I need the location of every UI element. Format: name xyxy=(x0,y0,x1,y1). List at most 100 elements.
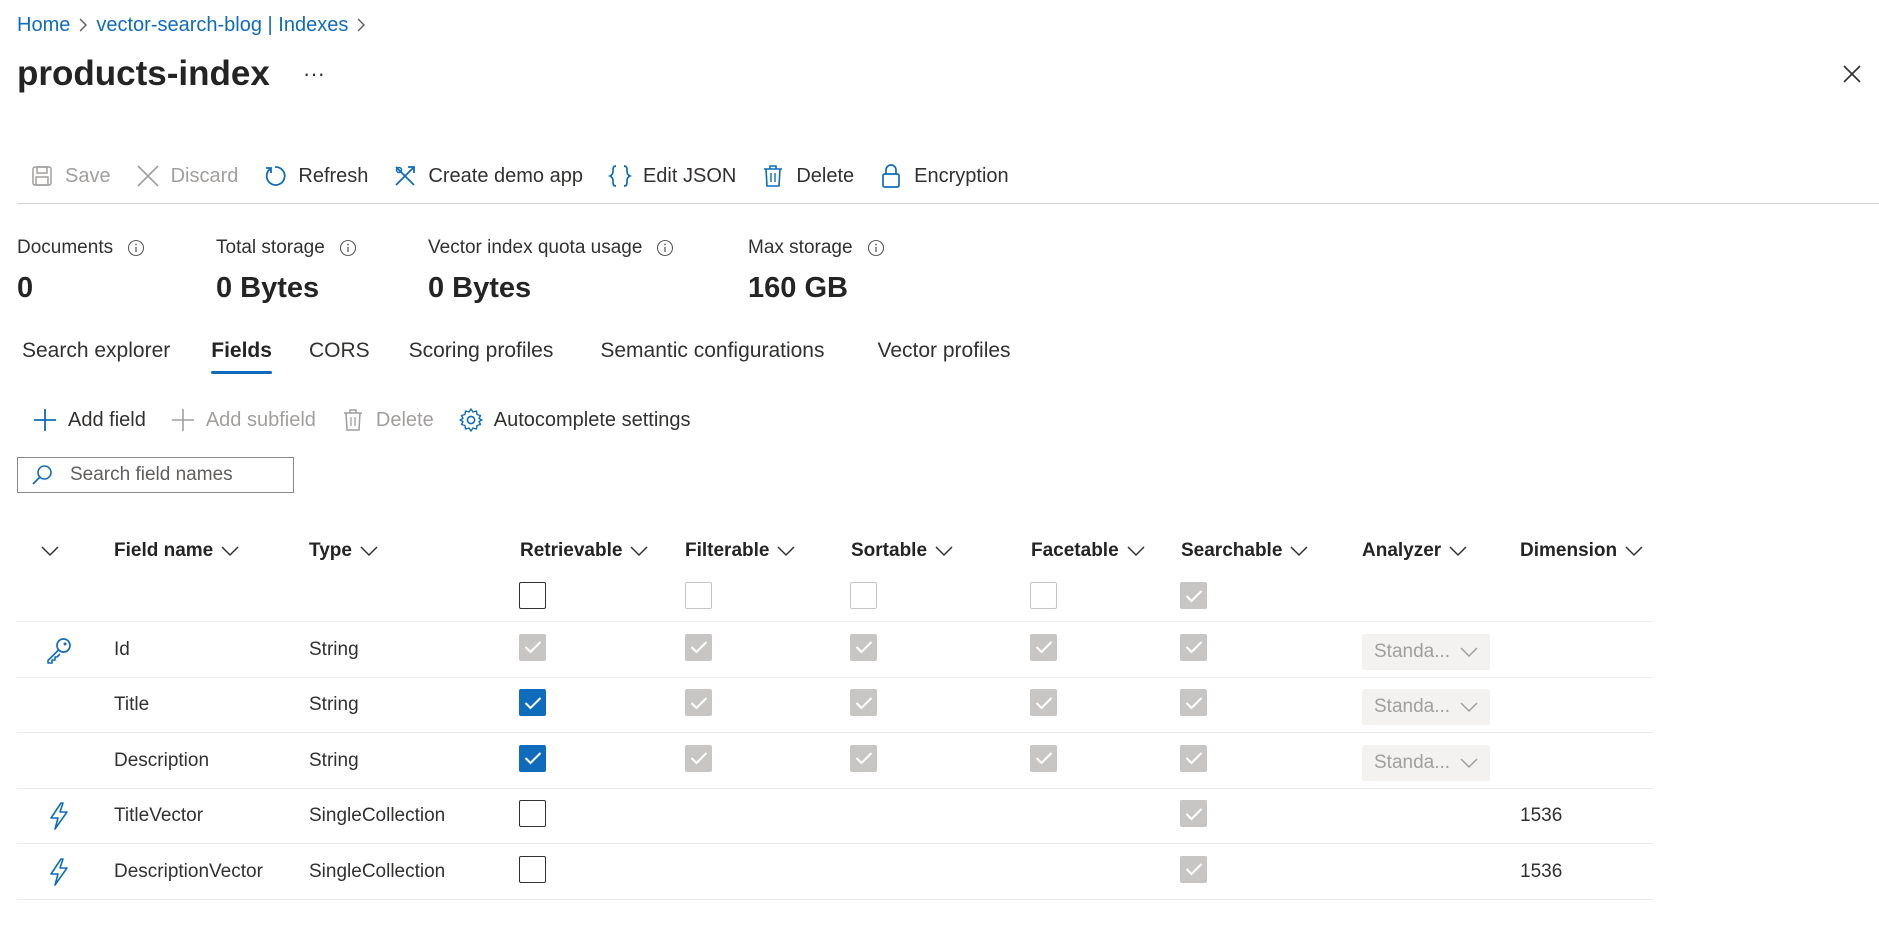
column-header-type[interactable]: Type xyxy=(309,538,378,564)
chevron-down-icon xyxy=(1460,701,1478,713)
column-header-analyzer[interactable]: Analyzer xyxy=(1362,538,1467,564)
column-header-field-name[interactable]: Field name xyxy=(114,538,239,564)
stat-label: Documents xyxy=(17,237,114,258)
info-icon[interactable] xyxy=(339,239,357,257)
column-header-sortable[interactable]: Sortable xyxy=(851,538,953,564)
column-header-label: Searchable xyxy=(1181,540,1283,561)
column-header-dimension[interactable]: Dimension xyxy=(1520,538,1643,564)
row-divider xyxy=(17,621,1653,622)
command-bar: Save Discard Refresh Create demo app Edi… xyxy=(17,158,1021,194)
chevron-down-icon xyxy=(1127,545,1145,557)
refresh-icon xyxy=(262,163,288,189)
retrievable-checkbox[interactable] xyxy=(519,689,546,717)
more-options-button[interactable]: ··· xyxy=(300,58,328,90)
column-header-filterable[interactable]: Filterable xyxy=(685,538,796,564)
stat-value: 0 xyxy=(17,272,34,304)
column-header-facetable[interactable]: Facetable xyxy=(1031,538,1145,564)
delete-field-button[interactable]: Delete xyxy=(330,402,448,438)
column-header-label: Facetable xyxy=(1031,540,1119,561)
dimension-cell: 1536 xyxy=(1520,805,1563,827)
discard-button[interactable]: Discard xyxy=(123,158,251,194)
filterable-all-checkbox xyxy=(685,582,712,609)
create-demo-app-label: Create demo app xyxy=(428,164,583,187)
column-header-label: Type xyxy=(309,540,352,561)
braces-icon xyxy=(607,163,633,189)
info-icon[interactable] xyxy=(656,239,674,257)
retrievable-checkbox[interactable] xyxy=(519,744,546,772)
column-header-label: Retrievable xyxy=(520,540,623,561)
edit-json-button[interactable]: Edit JSON xyxy=(595,158,748,194)
close-icon xyxy=(1843,65,1861,83)
tab-scoring-profiles[interactable]: Scoring profiles xyxy=(409,336,554,380)
field-name-cell[interactable]: Description xyxy=(114,747,209,775)
field-name-cell[interactable]: TitleVector xyxy=(114,802,203,830)
stat-max-storage: Max storage 160 GB xyxy=(748,236,885,306)
row-divider xyxy=(17,898,1653,900)
discard-label: Discard xyxy=(170,164,239,187)
tab-vector-profiles[interactable]: Vector profiles xyxy=(877,336,1010,380)
field-type-cell: String xyxy=(309,749,359,771)
chevron-down-icon xyxy=(630,545,648,557)
sortable-checkbox xyxy=(850,633,877,661)
add-subfield-label: Add subfield xyxy=(205,408,316,431)
breadcrumb-indexes-link[interactable]: vector-search-blog | Indexes xyxy=(96,14,348,37)
refresh-button[interactable]: Refresh xyxy=(250,158,380,194)
filterable-checkbox xyxy=(685,744,712,772)
breadcrumb-home-link[interactable]: Home xyxy=(17,14,70,37)
chevron-down-icon xyxy=(777,545,796,557)
save-button[interactable]: Save xyxy=(17,158,123,194)
field-type-cell: String xyxy=(309,638,359,660)
facetable-checkbox xyxy=(1030,689,1057,717)
create-demo-app-button[interactable]: Create demo app xyxy=(380,158,595,194)
tab-fields[interactable]: Fields xyxy=(211,336,272,380)
column-header-label: Sortable xyxy=(851,540,928,561)
retrievable-all-checkbox[interactable] xyxy=(519,582,546,609)
tab-search-explorer[interactable]: Search explorer xyxy=(22,336,170,380)
field-name-cell[interactable]: Title xyxy=(114,691,149,719)
column-header-retrievable[interactable]: Retrievable xyxy=(520,538,648,564)
chevron-down-icon xyxy=(360,545,378,557)
stat-vector-quota: Vector index quota usage 0 Bytes xyxy=(428,236,674,306)
field-type-cell: SingleCollection xyxy=(309,805,446,827)
retrievable-checkbox[interactable] xyxy=(519,800,546,828)
delete-field-label: Delete xyxy=(375,408,434,431)
column-header-label: Dimension xyxy=(1520,540,1618,561)
stat-label: Vector index quota usage xyxy=(428,237,643,258)
chevron-down-icon xyxy=(41,545,59,557)
filterable-checkbox xyxy=(685,633,712,661)
sortable-checkbox xyxy=(850,744,877,772)
analyzer-dropdown: Standa... xyxy=(1362,633,1490,670)
autocomplete-settings-button[interactable]: Autocomplete settings xyxy=(448,402,705,438)
close-button[interactable] xyxy=(1836,58,1868,90)
stat-value: 0 Bytes xyxy=(216,272,320,304)
field-name-cell[interactable]: DescriptionVector xyxy=(114,858,263,886)
add-field-button[interactable]: Add field xyxy=(22,402,160,438)
encryption-button[interactable]: Encryption xyxy=(866,158,1021,194)
analyzer-dropdown: Standa... xyxy=(1362,744,1490,781)
tab-cors[interactable]: CORS xyxy=(309,336,370,380)
stat-value: 0 Bytes xyxy=(428,272,532,304)
retrievable-checkbox[interactable] xyxy=(519,855,546,883)
select-all-chevron-button[interactable] xyxy=(41,538,59,564)
delete-index-button[interactable]: Delete xyxy=(748,158,866,194)
sortable-checkbox xyxy=(850,689,877,717)
search-input[interactable] xyxy=(70,464,270,486)
add-subfield-button[interactable]: Add subfield xyxy=(160,402,330,438)
chevron-down-icon xyxy=(1625,545,1643,557)
fields-command-bar: Add field Add subfield Delete Autocomple… xyxy=(22,402,705,438)
info-icon[interactable] xyxy=(127,239,145,257)
plus-icon xyxy=(170,407,196,433)
discard-icon xyxy=(135,163,161,189)
column-header-searchable[interactable]: Searchable xyxy=(1181,538,1308,564)
info-icon[interactable] xyxy=(867,239,885,257)
add-field-label: Add field xyxy=(68,408,146,431)
tab-semantic-configurations[interactable]: Semantic configurations xyxy=(600,336,824,380)
breadcrumb: Home vector-search-blog | Indexes xyxy=(17,12,374,38)
facetable-all-checkbox xyxy=(1030,582,1057,609)
chevron-right-icon xyxy=(348,12,374,38)
toolbar-divider xyxy=(17,203,1879,204)
stat-documents: Documents 0 xyxy=(17,236,145,306)
sortable-all-checkbox xyxy=(850,582,877,609)
field-name-cell[interactable]: Id xyxy=(114,636,130,664)
lightning-icon xyxy=(44,801,74,831)
